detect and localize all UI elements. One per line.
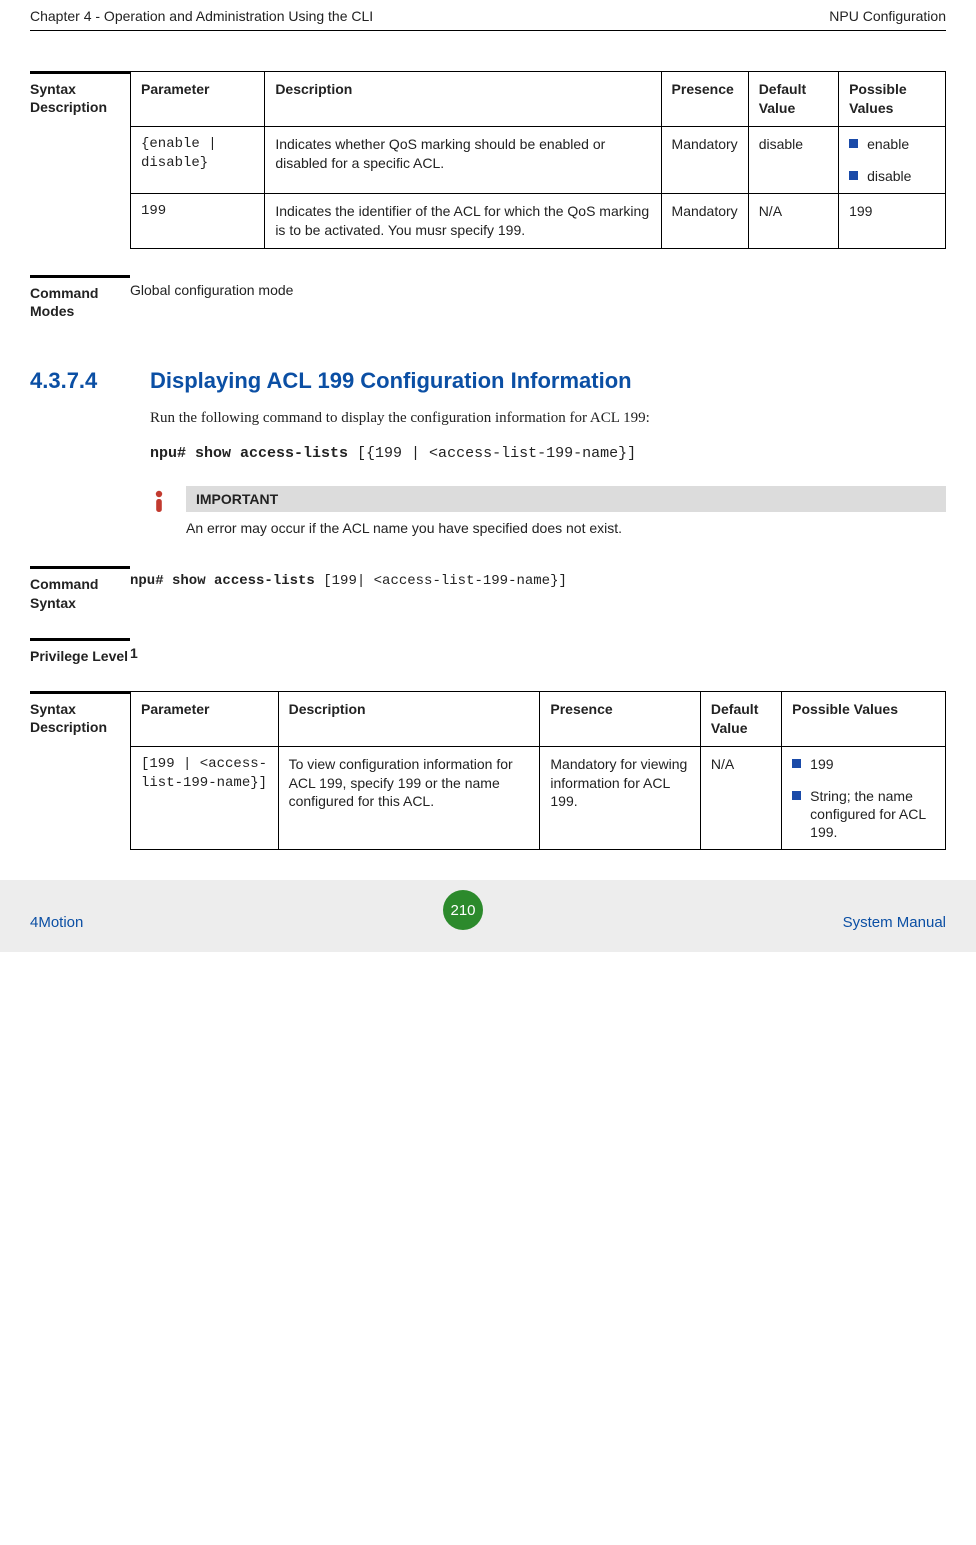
- command-modes: Command Modes Global configuration mode: [30, 275, 946, 320]
- privilege-value: 1: [130, 638, 946, 665]
- page-footer: 4Motion 210 System Manual: [30, 880, 946, 952]
- cell-presence: Mandatory: [661, 194, 748, 249]
- col-possible: Possible Values: [839, 72, 946, 127]
- table-header-row: Parameter Description Presence Default V…: [131, 72, 946, 127]
- col-parameter: Parameter: [131, 691, 279, 746]
- col-description: Description: [278, 691, 540, 746]
- value-item: 199: [792, 755, 935, 773]
- important-note: IMPORTANT An error may occur if the ACL …: [150, 486, 946, 540]
- subsection-number: 4.3.7.4: [30, 368, 150, 394]
- footer-right: System Manual: [843, 914, 946, 931]
- cell-param: 199: [131, 194, 265, 249]
- page-header: Chapter 4 - Operation and Administration…: [30, 0, 946, 31]
- section-label: Command Syntax: [30, 566, 130, 611]
- header-right: NPU Configuration: [829, 8, 946, 24]
- cmd-bold: npu# show access-lists: [130, 573, 315, 589]
- subsection-body: Run the following command to display the…: [150, 408, 946, 429]
- col-default: Default Value: [748, 72, 838, 127]
- syntax-description-1: Syntax Description Parameter Description…: [30, 71, 946, 249]
- table-row: [199 | <access-list-199-name}] To view c…: [131, 746, 946, 850]
- table-row: 199 Indicates the identifier of the ACL …: [131, 194, 946, 249]
- privilege-level: Privilege Level 1: [30, 638, 946, 665]
- value-item: disable: [849, 167, 935, 185]
- section-label: Syntax Description: [30, 71, 130, 249]
- cell-presence: Mandatory for viewing information for AC…: [540, 746, 701, 850]
- command-example: npu# show access-lists [{199 | <access-l…: [150, 445, 946, 462]
- table-row: {enable | disable} Indicates whether QoS…: [131, 126, 946, 193]
- cmd-bold: npu# show access-lists: [150, 445, 348, 462]
- cell-desc: Indicates whether QoS marking should be …: [265, 126, 661, 193]
- col-presence: Presence: [661, 72, 748, 127]
- cell-values: 199: [839, 194, 946, 249]
- syntax-table-2: Parameter Description Presence Default V…: [130, 691, 946, 851]
- col-presence: Presence: [540, 691, 701, 746]
- col-description: Description: [265, 72, 661, 127]
- section-label: Privilege Level: [30, 638, 130, 665]
- footer-left: 4Motion: [30, 914, 83, 931]
- page-number: 210: [443, 890, 483, 930]
- important-text: An error may occur if the ACL name you h…: [186, 512, 946, 540]
- cell-desc: To view configuration information for AC…: [278, 746, 540, 850]
- command-syntax: Command Syntax npu# show access-lists [1…: [30, 566, 946, 611]
- section-label: Syntax Description: [30, 691, 130, 851]
- cell-desc: Indicates the identifier of the ACL for …: [265, 194, 661, 249]
- cell-default: N/A: [748, 194, 838, 249]
- cell-presence: Mandatory: [661, 126, 748, 193]
- cell-values: 199 String; the name configured for ACL …: [782, 746, 946, 850]
- col-parameter: Parameter: [131, 72, 265, 127]
- cmd-rest: [{199 | <access-list-199-name}]: [348, 445, 636, 462]
- cell-param: [199 | <access-list-199-name}]: [131, 746, 279, 850]
- command-modes-text: Global configuration mode: [130, 275, 946, 320]
- col-default: Default Value: [700, 691, 781, 746]
- section-label: Command Modes: [30, 275, 130, 320]
- table-header-row: Parameter Description Presence Default V…: [131, 691, 946, 746]
- subsection-title: Displaying ACL 199 Configuration Informa…: [150, 368, 632, 394]
- cell-param: {enable | disable}: [131, 126, 265, 193]
- header-left: Chapter 4 - Operation and Administration…: [30, 8, 373, 24]
- command-syntax-text: npu# show access-lists [199| <access-lis…: [130, 566, 946, 611]
- col-possible: Possible Values: [782, 691, 946, 746]
- syntax-table-1: Parameter Description Presence Default V…: [130, 71, 946, 249]
- cell-default: N/A: [700, 746, 781, 850]
- value-item: enable: [849, 135, 935, 153]
- value-item: String; the name configured for ACL 199.: [792, 787, 935, 842]
- cmd-rest: [199| <access-list-199-name}]: [315, 573, 567, 589]
- cell-default: disable: [748, 126, 838, 193]
- info-icon: [150, 490, 168, 514]
- cell-values: enable disable: [839, 126, 946, 193]
- subsection-heading: 4.3.7.4 Displaying ACL 199 Configuration…: [30, 346, 946, 408]
- important-title: IMPORTANT: [186, 486, 946, 512]
- important-icon: [150, 486, 186, 540]
- syntax-description-2: Syntax Description Parameter Description…: [30, 691, 946, 851]
